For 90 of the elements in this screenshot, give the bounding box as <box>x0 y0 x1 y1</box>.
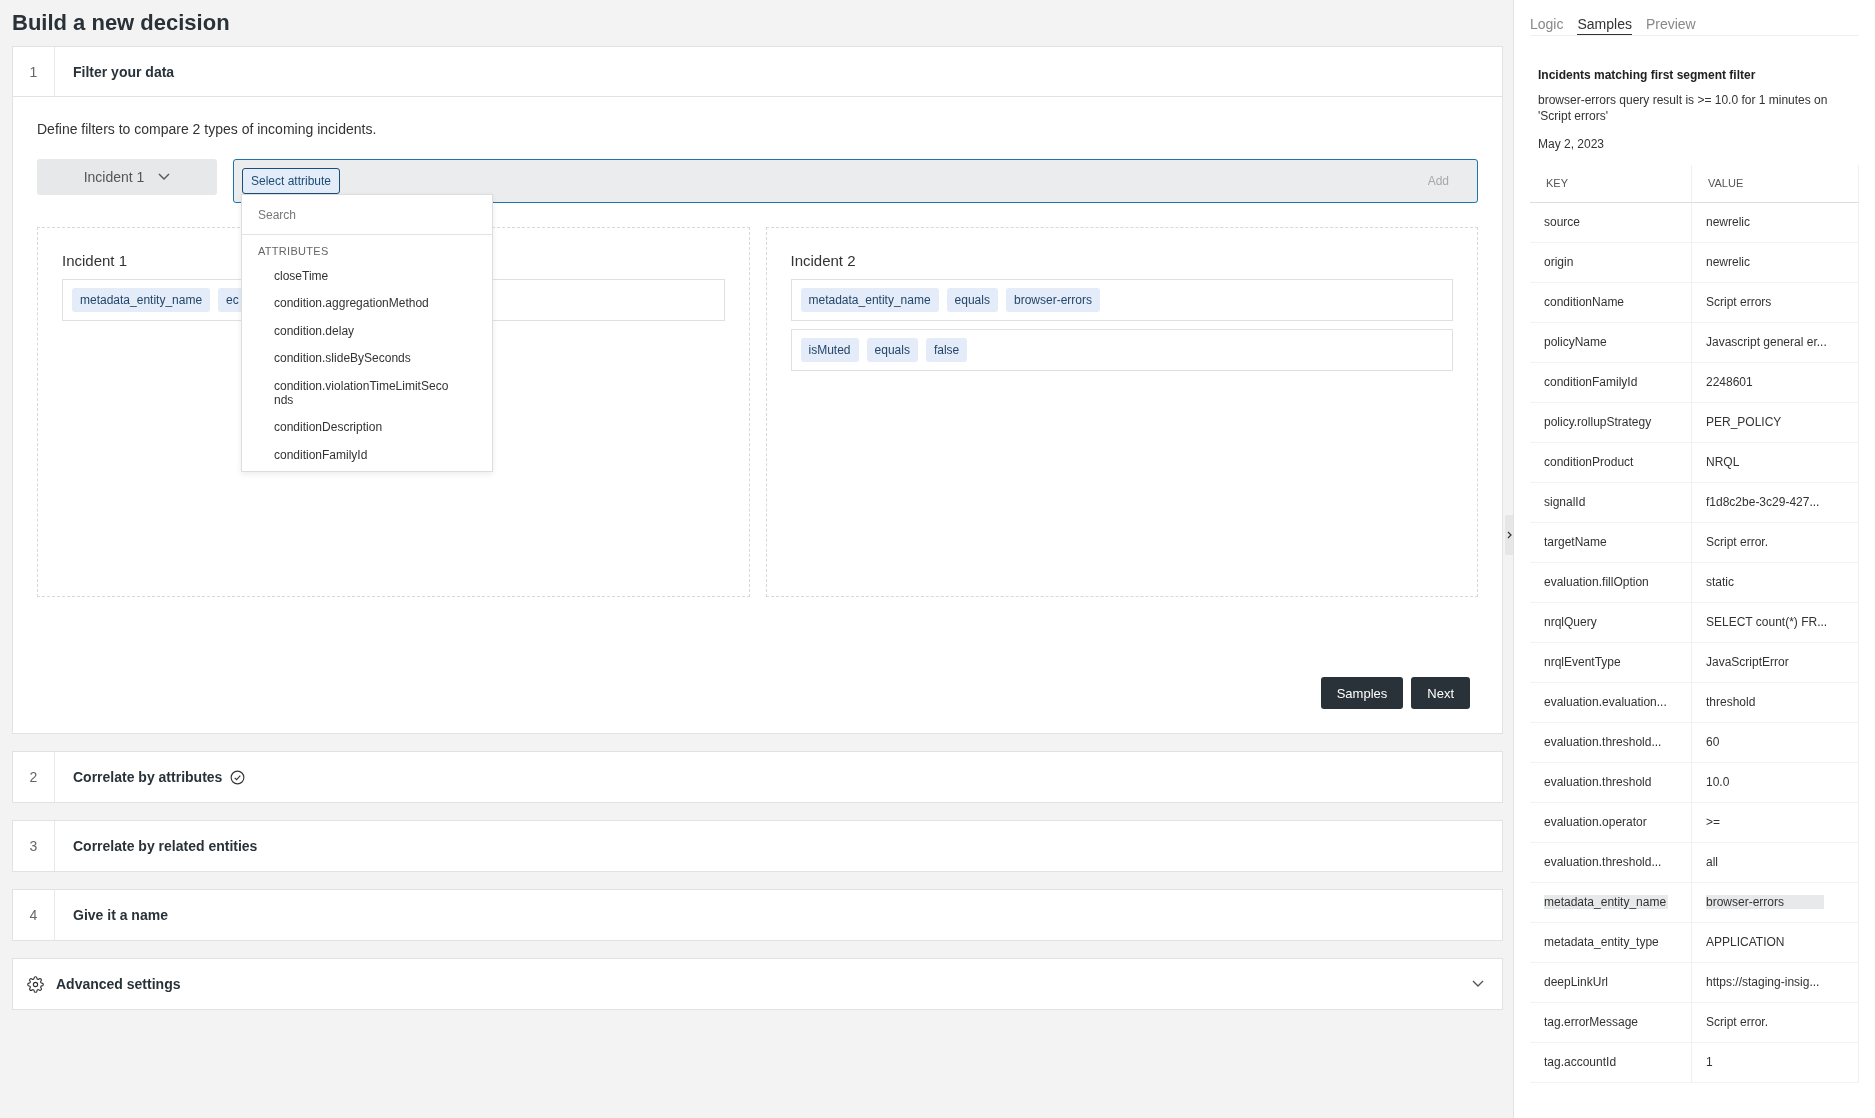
action-button[interactable]: Samples <box>1320 677 1404 709</box>
page-title: Build a new decision <box>12 10 231 36</box>
collapse-handle[interactable] <box>1505 515 1513 555</box>
step-title[interactable]: Give it a name <box>73 907 168 923</box>
chevron-right-icon <box>1506 531 1512 539</box>
key-cell-text: signalId <box>1544 495 1587 510</box>
key-cell-text: tag.accountId <box>1544 1055 1618 1070</box>
step-number: 2 <box>13 752 55 802</box>
value-cell-text: threshold <box>1706 695 1757 710</box>
search-field[interactable]: Search <box>242 195 492 235</box>
key-cell-text: evaluation.evaluation... <box>1544 695 1668 710</box>
key-cell-text: evaluation.threshold... <box>1544 855 1663 870</box>
action-button[interactable]: Next <box>1411 677 1470 709</box>
key-cell-text: evaluation.threshold... <box>1544 735 1663 750</box>
advanced-settings-card[interactable]: Advanced settings <box>12 958 1503 1010</box>
dropdown-item[interactable]: closeTime <box>242 263 492 291</box>
settings-icon <box>27 975 44 993</box>
value-cell-text: 10.0 <box>1706 775 1731 790</box>
panel-tab[interactable]: Samples <box>1577 14 1632 35</box>
condition-chip: equals <box>946 288 998 312</box>
step-title[interactable]: Correlate by attributes <box>73 769 223 785</box>
value-cell-text: static <box>1706 575 1735 590</box>
attribute-field[interactable]: Select attribute Add <box>233 159 1478 203</box>
condition-chip: false <box>925 338 968 362</box>
key-cell-text: evaluation.fillOption <box>1544 575 1650 590</box>
value-cell: browser-errors <box>1706 895 1824 910</box>
dropdown-item[interactable]: condition.violationTimeLimitSeconds <box>242 372 492 415</box>
incident-title: Incident 1 <box>62 252 129 269</box>
value-cell-text: >= <box>1706 815 1721 830</box>
step-number: 3 <box>13 821 55 871</box>
value-cell-text: 1 <box>1706 1055 1714 1070</box>
key-cell-text: source <box>1544 215 1582 230</box>
value-cell-text: 60 <box>1706 735 1721 750</box>
incident-date: May 2, 2023 <box>1538 136 1606 153</box>
section-heading: ATTRIBUTES <box>257 244 330 259</box>
incident-select[interactable]: Incident 1 <box>37 159 217 195</box>
step-title[interactable]: Correlate by related entities <box>73 838 258 854</box>
key-cell-text: conditionName <box>1544 295 1626 310</box>
attribute-chip[interactable]: Select attribute <box>242 168 341 194</box>
chevron-down-icon <box>158 173 171 181</box>
advanced-settings-title: Advanced settings <box>56 976 181 992</box>
samples-heading: Incidents matching first segment filter <box>1538 68 1757 82</box>
value-cell-text: all <box>1706 855 1719 870</box>
value-cell-text: newrelic <box>1706 255 1751 270</box>
key-cell-text: policyName <box>1544 335 1608 350</box>
incident-summary: browser-errors query result is >= 10.0 for 1 minutes on 'Script errors' <box>1538 92 1829 125</box>
dropdown-item[interactable]: condition.delay <box>242 317 492 346</box>
dropdown-item[interactable]: conditionFamilyId <box>242 441 492 470</box>
condition-chip: metadata_entity_name <box>800 288 939 312</box>
key-cell-text: deepLinkUrl <box>1544 975 1610 990</box>
panel-tab[interactable]: Logic <box>1530 14 1564 35</box>
condition-chip: metadata_entity_name <box>72 288 211 312</box>
key-cell-text: policy.rollupStrategy <box>1544 415 1653 430</box>
key-cell-text: targetName <box>1544 535 1608 550</box>
value-cell-text: newrelic <box>1706 215 1751 230</box>
value-cell-text: Script error. <box>1706 1015 1769 1030</box>
column-header: VALUE <box>1692 164 1859 203</box>
value-cell-text: https://staging-insig... <box>1706 975 1821 990</box>
key-cell: metadata_entity_name <box>1544 895 1669 910</box>
step-title[interactable]: Filter your data <box>73 63 175 80</box>
dropdown-item[interactable]: conditionDescription <box>242 414 492 442</box>
value-cell-text: Javascript general er... <box>1706 335 1828 350</box>
value-cell-text: PER_POLICY <box>1706 415 1783 430</box>
column-header: KEY <box>1530 164 1692 203</box>
incident-title: Incident 2 <box>790 252 857 269</box>
value-cell-text: SELECT count(*) FR... <box>1706 615 1829 630</box>
condition-chip: isMuted <box>800 338 859 362</box>
key-cell-text: evaluation.operator <box>1544 815 1648 830</box>
value-cell-text: JavaScriptError <box>1706 655 1790 670</box>
key-cell-text: nrqlQuery <box>1544 615 1598 630</box>
dropdown-item[interactable]: condition.slideBySeconds <box>242 345 492 373</box>
key-cell-text: tag.errorMessage <box>1544 1015 1640 1030</box>
key-cell-text: nrqlEventType <box>1544 655 1622 670</box>
step-number: 4 <box>13 890 55 940</box>
value-cell-text: Script errors <box>1706 295 1773 310</box>
key-cell-text: origin <box>1544 255 1575 270</box>
key-cell-text: evaluation.threshold <box>1544 775 1653 790</box>
value-cell-text: APPLICATION <box>1706 935 1786 950</box>
filter-description: Define filters to compare 2 types of incoming incidents. <box>37 121 378 137</box>
value-cell-text: NRQL <box>1706 455 1741 470</box>
condition-chip: browser-errors <box>1005 288 1100 312</box>
value-cell-text: Script error. <box>1706 535 1769 550</box>
key-cell-text: metadata_entity_type <box>1544 935 1660 950</box>
panel-tab[interactable]: Preview <box>1645 14 1696 35</box>
step-number: 1 <box>13 47 55 96</box>
value-cell-text: f1d8c2be-3c29-427... <box>1706 495 1821 510</box>
condition-chip: equals <box>866 338 918 362</box>
key-cell-text: conditionFamilyId <box>1544 375 1639 390</box>
value-cell-text: 2248601 <box>1706 375 1754 390</box>
key-cell-text: conditionProduct <box>1544 455 1635 470</box>
